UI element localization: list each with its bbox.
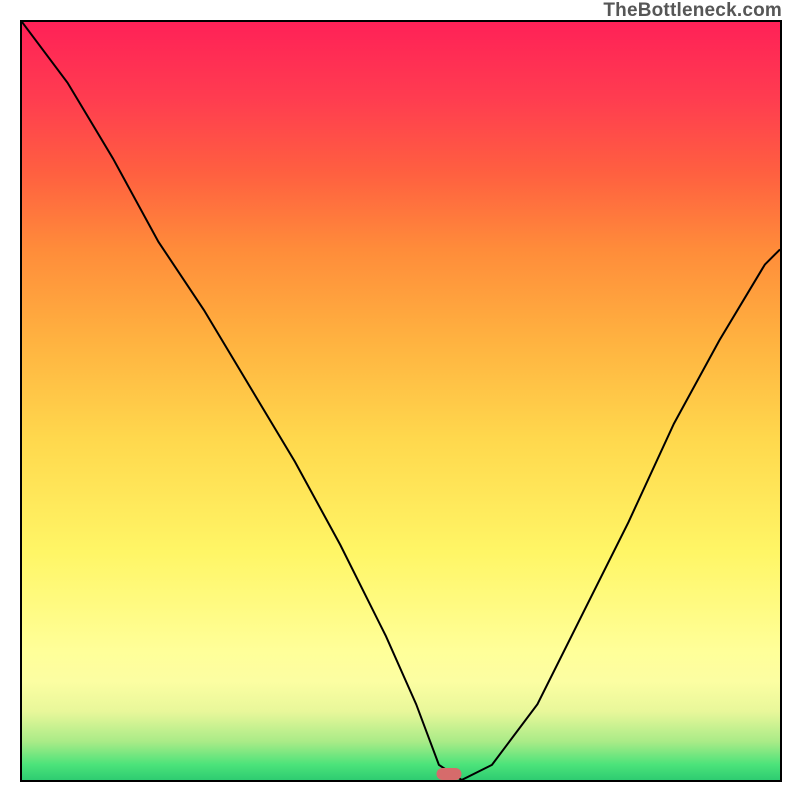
curve-path <box>22 22 780 780</box>
plot-area <box>20 20 782 782</box>
chart-container: TheBottleneck.com <box>0 0 800 800</box>
highlight-marker <box>436 768 461 780</box>
curve-layer <box>22 22 780 780</box>
attribution-label: TheBottleneck.com <box>603 0 782 22</box>
